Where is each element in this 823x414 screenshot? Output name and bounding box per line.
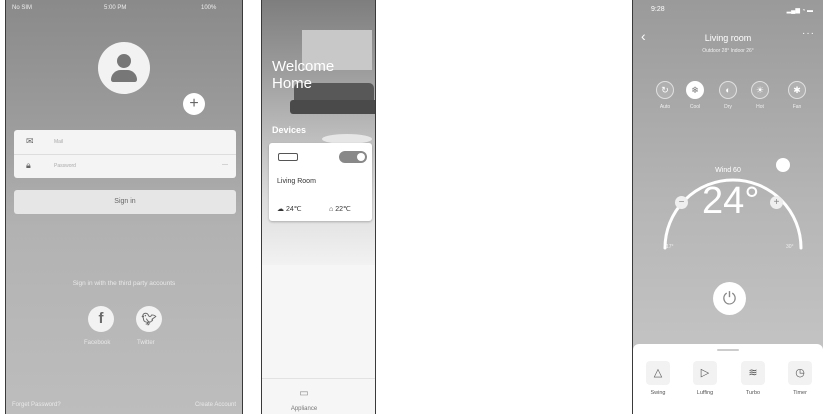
power-toggle[interactable] bbox=[339, 151, 367, 163]
function-panel: △ Swing ▷ Luffing ≋ Turbo ◷ Timer bbox=[633, 344, 823, 414]
function-label: Swing bbox=[650, 390, 666, 396]
temperature-summary: Outdoor 28° Indoor 26° bbox=[702, 48, 754, 54]
status-bar: No SIM 5:00 PM 100% bbox=[6, 3, 242, 15]
lock-icon: 🔒︎ bbox=[26, 160, 31, 170]
forgot-password-link[interactable]: Forget Password? bbox=[12, 402, 61, 408]
battery-label: 100% bbox=[201, 5, 217, 11]
ac-control-screen: 9:28 ▂▄▆ ◔ ▬ ‹ ··· Living room Outdoor 2… bbox=[632, 0, 823, 414]
indoor-temp: ⌂ 22℃ bbox=[329, 206, 351, 213]
timer-button[interactable]: ◷ Timer bbox=[785, 361, 815, 396]
decrease-temp-button[interactable]: − bbox=[675, 196, 688, 209]
device-name: Living Room bbox=[277, 178, 316, 185]
turbo-button[interactable]: ≋ Turbo bbox=[738, 361, 768, 396]
email-field[interactable]: ✉ Mail bbox=[14, 130, 236, 155]
timer-icon: ◷ bbox=[788, 361, 812, 385]
email-placeholder: Mail bbox=[54, 139, 64, 145]
signal-icon: ▂▄▆ ◔ ▬ bbox=[786, 8, 813, 14]
tab-appliance[interactable]: ▭ Appliance bbox=[284, 388, 324, 412]
max-temp-label: 30° bbox=[786, 244, 794, 250]
sign-in-button[interactable]: Sign in bbox=[14, 190, 236, 214]
carrier-label: No SIM bbox=[12, 5, 33, 11]
twitter-label: Twitter bbox=[137, 340, 155, 346]
turbo-icon: ≋ bbox=[741, 361, 765, 385]
swing-icon: △ bbox=[646, 361, 670, 385]
status-time: 5:00 PM bbox=[104, 5, 127, 11]
welcome-title: Welcome Home bbox=[272, 58, 335, 92]
twitter-icon[interactable]: 🐦︎ bbox=[136, 306, 162, 332]
set-temperature: 24° bbox=[702, 180, 760, 222]
third-party-label: Sign in with the third party accounts bbox=[72, 280, 176, 287]
login-form: ✉ Mail 🔒︎ Password — bbox=[14, 130, 236, 178]
fan-icon: ✱ bbox=[788, 81, 806, 99]
appliance-icon: ▭ bbox=[299, 388, 309, 399]
login-screen: No SIM 5:00 PM 100% ✉ Mail 🔒︎ Password —… bbox=[5, 0, 243, 414]
function-label: Luffing bbox=[696, 390, 714, 396]
air-conditioner-icon bbox=[278, 153, 298, 161]
luffing-icon: ▷ bbox=[693, 361, 717, 385]
snowflake-icon: ❄ bbox=[686, 81, 704, 99]
mode-hot[interactable]: ☀ Hot bbox=[749, 81, 771, 110]
mode-label: Cool bbox=[689, 104, 701, 110]
password-placeholder: Password bbox=[54, 163, 76, 169]
mode-fan[interactable]: ✱ Fan bbox=[786, 81, 808, 110]
avatar bbox=[98, 42, 150, 94]
outdoor-temp: ☁ 24℃ bbox=[277, 206, 302, 213]
eye-icon[interactable]: — bbox=[222, 162, 228, 168]
outdoor-icon: ☁ bbox=[277, 206, 286, 213]
wind-speed: Wind 60 bbox=[715, 167, 741, 174]
sun-icon: ☀ bbox=[751, 81, 769, 99]
auto-icon: ↻ bbox=[656, 81, 674, 99]
home-screen: Welcome Home Devices Living Room ☁ 24℃ ⌂… bbox=[261, 0, 376, 414]
page-title: Living room bbox=[704, 33, 752, 43]
password-field[interactable]: 🔒︎ Password — bbox=[14, 154, 236, 178]
create-account-link[interactable]: Create Account bbox=[195, 402, 236, 408]
mode-auto[interactable]: ↻ Auto bbox=[654, 81, 676, 110]
function-label: Timer bbox=[793, 390, 807, 396]
swing-button[interactable]: △ Swing bbox=[643, 361, 673, 396]
facebook-label: Facebook bbox=[84, 340, 111, 346]
mode-dry[interactable]: ◐ Dry bbox=[717, 81, 739, 110]
min-temp-label: 17° bbox=[666, 244, 674, 250]
mode-cool[interactable]: ❄ Cool bbox=[684, 81, 706, 110]
facebook-icon[interactable]: f bbox=[88, 306, 114, 332]
luffing-button[interactable]: ▷ Luffing bbox=[690, 361, 720, 396]
add-device-button[interactable]: + bbox=[183, 93, 205, 115]
mode-label: Auto bbox=[659, 104, 671, 110]
status-time: 9:28 bbox=[651, 6, 665, 13]
tab-appliance-label: Appliance bbox=[290, 406, 318, 412]
power-button[interactable]: ⏻ bbox=[713, 282, 746, 315]
dry-icon: ◐ bbox=[719, 81, 737, 99]
mode-label: Fan bbox=[792, 104, 802, 110]
increase-temp-button[interactable]: + bbox=[770, 196, 783, 209]
function-label: Turbo bbox=[745, 390, 761, 396]
mode-label: Hot bbox=[756, 104, 764, 110]
drag-handle[interactable] bbox=[717, 349, 739, 351]
device-card[interactable]: Living Room ☁ 24℃ ⌂ 22℃ bbox=[269, 143, 372, 221]
mail-icon: ✉ bbox=[26, 136, 34, 146]
mode-label: Dry bbox=[724, 104, 732, 110]
devices-heading: Devices bbox=[272, 125, 307, 135]
